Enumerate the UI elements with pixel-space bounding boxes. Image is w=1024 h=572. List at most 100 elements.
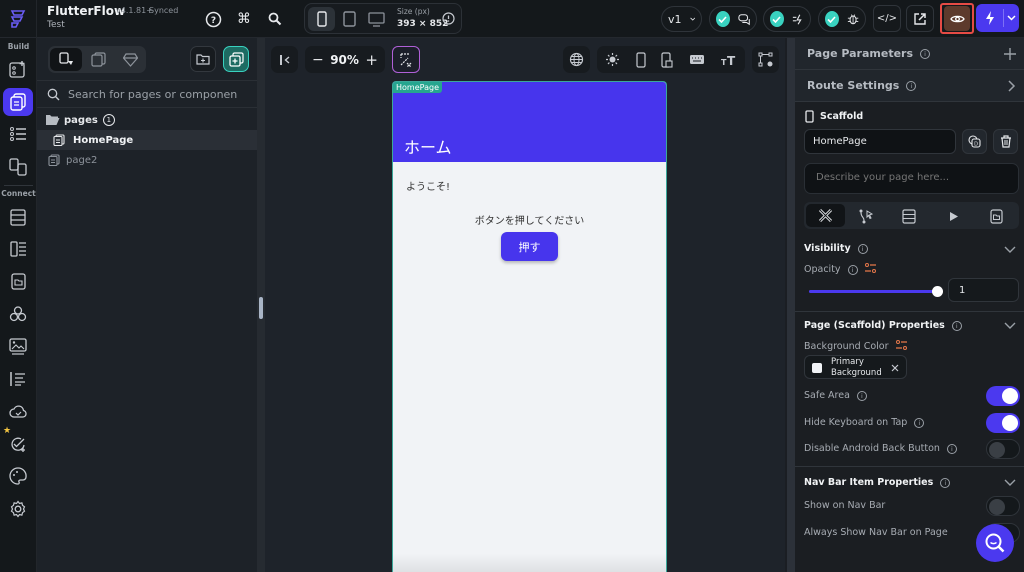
info-icon[interactable]: i: [856, 391, 867, 401]
comments-status-button[interactable]: [709, 6, 757, 32]
chevron-down-icon[interactable]: [1004, 246, 1016, 253]
integrations-button[interactable]: [3, 300, 33, 328]
tab-components[interactable]: [82, 48, 114, 71]
view-code-button[interactable]: </>: [873, 5, 901, 32]
toggle-switch[interactable]: [986, 386, 1020, 406]
chevron-down-icon[interactable]: [1004, 322, 1016, 329]
theme-settings-button[interactable]: [3, 462, 33, 490]
tab-library[interactable]: [114, 48, 146, 71]
open-external-button[interactable]: [906, 5, 934, 32]
flutterflow-logo[interactable]: [0, 0, 37, 38]
preview-button[interactable]: [940, 3, 974, 34]
version-select[interactable]: v1: [661, 6, 702, 32]
sun-icon[interactable]: [605, 52, 620, 67]
theme-text-button[interactable]: [3, 365, 33, 393]
size-value[interactable]: 393 × 852: [397, 19, 448, 29]
toggle-switch[interactable]: [986, 412, 1020, 433]
chevron-down-icon[interactable]: [1004, 479, 1016, 486]
widget-palette-button[interactable]: [3, 55, 33, 83]
tablet-device-button[interactable]: [336, 7, 363, 31]
prompt-text[interactable]: ボタンを押してください: [393, 212, 666, 227]
visibility-title[interactable]: Visibility i: [804, 243, 868, 254]
info-icon[interactable]: i: [951, 321, 962, 331]
page-selector-button[interactable]: [3, 88, 33, 116]
app-bar[interactable]: HomePage ホーム: [393, 82, 666, 162]
page-item-page2[interactable]: page2: [37, 150, 257, 170]
slider-thumb[interactable]: [932, 286, 943, 297]
command-palette-icon[interactable]: ⌘: [234, 9, 254, 29]
push-button[interactable]: 押す: [501, 232, 558, 261]
info-icon[interactable]: i: [920, 48, 931, 59]
ai-gen-button[interactable]: [392, 46, 420, 73]
add-folder-button[interactable]: [190, 46, 216, 72]
run-options-chevron-icon[interactable]: [1004, 15, 1019, 21]
tab-backend-query[interactable]: [899, 206, 919, 226]
opacity-input[interactable]: [948, 278, 1019, 302]
info-icon[interactable]: i: [946, 444, 957, 454]
media-button[interactable]: [3, 332, 33, 360]
data-types-button[interactable]: [3, 235, 33, 263]
add-page-button[interactable]: [223, 46, 249, 72]
search-icon[interactable]: [265, 9, 285, 29]
tab-pages[interactable]: [50, 48, 82, 71]
route-settings-header[interactable]: Route Settings i: [795, 70, 1024, 102]
media-assets-button[interactable]: [3, 267, 33, 295]
page-parameters-header[interactable]: Page Parameters i: [795, 38, 1024, 70]
flow-settings-button[interactable]: [752, 46, 779, 73]
variable-icon[interactable]: [864, 263, 876, 273]
info-icon[interactable]: i: [940, 478, 951, 488]
phone-frame-icon[interactable]: [636, 51, 646, 68]
tab-actions[interactable]: [856, 206, 876, 226]
page-item-homepage[interactable]: HomePage: [37, 130, 257, 150]
page-search-input[interactable]: [68, 87, 238, 101]
firestore-button[interactable]: [3, 203, 33, 231]
keyboard-icon[interactable]: [689, 54, 705, 65]
variable-icon[interactable]: [895, 340, 907, 350]
page-name-input[interactable]: [804, 129, 956, 154]
info-icon[interactable]: i: [914, 417, 925, 428]
size-info-icon[interactable]: [442, 12, 455, 25]
help-search-fab[interactable]: [976, 524, 1014, 562]
language-button[interactable]: [563, 46, 590, 73]
agents-button[interactable]: ★: [3, 426, 33, 458]
duplicate-page-button[interactable]: D: [962, 129, 987, 154]
storyboard-button[interactable]: [3, 153, 33, 181]
responsive-icon[interactable]: [661, 51, 674, 68]
collapse-panel-button[interactable]: [271, 46, 298, 73]
canvas-scrollbar[interactable]: [787, 38, 795, 572]
tab-files[interactable]: [986, 206, 1006, 226]
app-bar-title[interactable]: ホーム: [404, 134, 452, 158]
tab-animations[interactable]: [944, 206, 964, 226]
drag-handle[interactable]: [259, 297, 263, 319]
info-icon[interactable]: i: [906, 80, 917, 91]
scaffold-properties-title[interactable]: Page (Scaffold) Properties i: [804, 320, 962, 331]
zoom-in-button[interactable]: +: [365, 51, 378, 69]
desktop-device-button[interactable]: [363, 7, 390, 31]
clear-icon[interactable]: [891, 364, 899, 372]
navbar-properties-title[interactable]: Nav Bar Item Properties i: [804, 477, 951, 488]
panel-resize-handle[interactable]: [257, 38, 265, 572]
tab-properties[interactable]: [806, 204, 845, 227]
toggle-switch[interactable]: [986, 496, 1020, 516]
toggle-switch[interactable]: [986, 439, 1020, 459]
opacity-slider[interactable]: [809, 286, 943, 298]
cloud-functions-button[interactable]: [3, 397, 33, 425]
info-icon[interactable]: i: [857, 244, 868, 254]
zoom-out-button[interactable]: −: [312, 52, 324, 68]
run-button[interactable]: [976, 4, 1019, 32]
page-description-input[interactable]: [804, 163, 1019, 194]
welcome-text[interactable]: ようこそ!: [406, 178, 450, 193]
plus-icon[interactable]: [1004, 47, 1016, 60]
info-icon[interactable]: i: [847, 265, 858, 275]
settings-button[interactable]: [3, 495, 33, 523]
text-size-icon[interactable]: TT: [721, 54, 737, 66]
folder-pages[interactable]: pages 1: [37, 110, 257, 130]
help-icon[interactable]: ?: [203, 9, 223, 29]
actions-status-button[interactable]: [763, 6, 811, 32]
phone-device-button[interactable]: [308, 7, 335, 31]
bg-color-picker[interactable]: Primary Background: [804, 355, 907, 379]
zoom-level[interactable]: 90%: [330, 53, 359, 67]
delete-page-button[interactable]: [993, 129, 1018, 154]
debug-status-button[interactable]: [818, 6, 866, 32]
widget-tree-button[interactable]: [3, 120, 33, 148]
